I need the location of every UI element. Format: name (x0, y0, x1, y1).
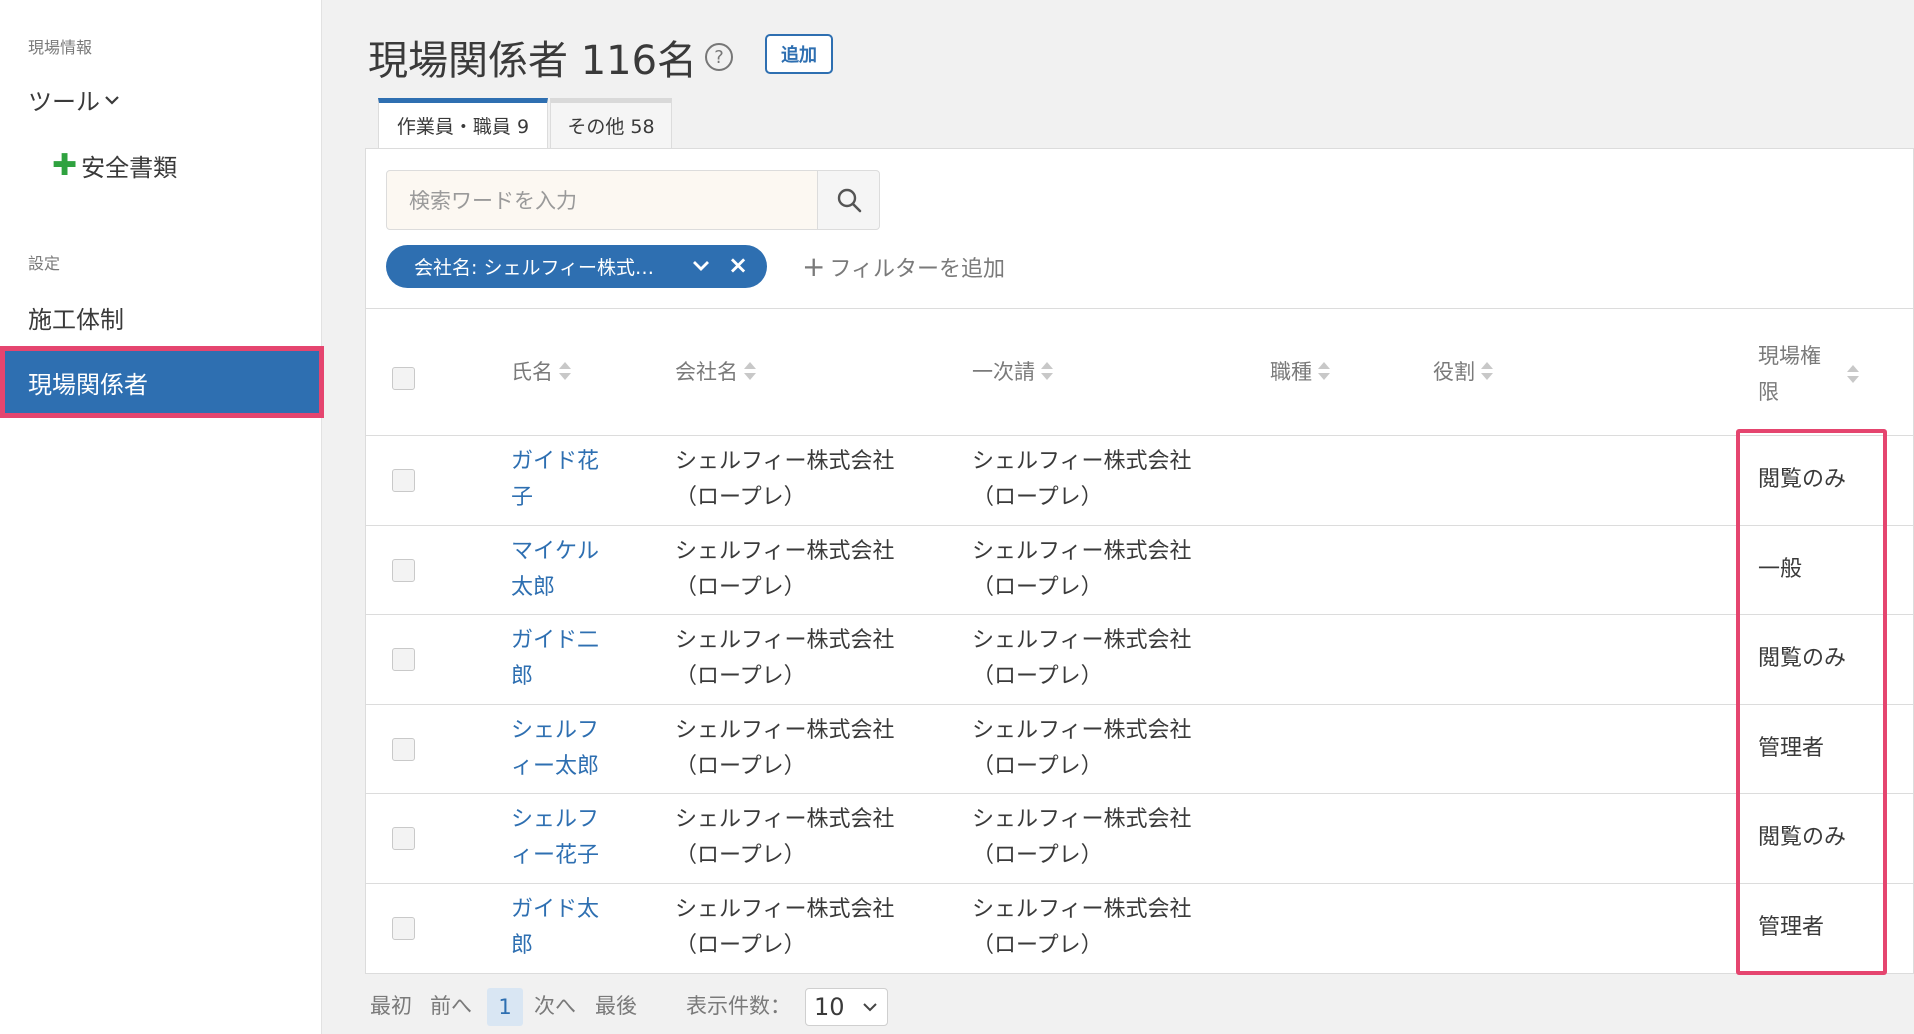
search-input[interactable]: 検索ワードを入力 (386, 170, 818, 230)
page-title-text: 現場関係者 116名 (368, 38, 698, 84)
pagination-first[interactable]: 最初 (370, 990, 412, 1020)
tab-others[interactable]: その他 58 (550, 98, 672, 148)
help-icon[interactable]: ? (705, 43, 734, 71)
company-cell: シェルフィー株式会社 （ロープレ） (675, 449, 895, 510)
company-cell: シェルフィー株式会社 （ロープレ） (675, 807, 895, 869)
site-permission-cell: 管理者 (1758, 915, 1825, 940)
primary-contractor-cell: シェルフィー株式会社 （ロープレ） (972, 628, 1192, 690)
column-header-trade[interactable]: 職種 (1270, 356, 1330, 386)
plus-icon: ✚ (52, 147, 78, 183)
site-permission-cell: 閲覧のみ (1758, 646, 1847, 672)
company-cell: シェルフィー株式会社 （ロープレ） (675, 628, 895, 690)
member-name-link[interactable]: ガイド二 郎 (511, 623, 599, 695)
pagination-prev[interactable]: 前へ (430, 990, 472, 1020)
filter-chip-label: 会社名: シェルフィー株式… (414, 257, 655, 279)
row-checkbox[interactable] (392, 917, 415, 940)
company-cell: シェルフィー株式会社 （ロープレ） (675, 717, 895, 779)
chevron-down-icon (105, 95, 119, 105)
per-page-label: 表示件数： (686, 994, 791, 1018)
section-heading-settings: 設定 (28, 254, 61, 273)
sidebar-item-construction[interactable]: 施工体制 (28, 300, 124, 335)
sort-icon (1041, 360, 1053, 382)
member-name-link[interactable]: シェルフ ィー花子 (511, 802, 599, 874)
pagination-next[interactable]: 次へ (534, 990, 576, 1020)
primary-contractor-cell: シェルフィー株式会社 （ロープレ） (972, 538, 1192, 600)
sidebar-item-safety-docs[interactable]: ✚ 安全書類 (52, 148, 177, 183)
site-permission-cell: 閲覧のみ (1758, 825, 1847, 851)
sidebar: 現場情報 ツール ✚ 安全書類 設定 施工体制 現場関係者 (0, 0, 324, 1034)
chevron-down-icon[interactable] (691, 253, 711, 279)
sidebar-item-tools[interactable]: ツール (28, 82, 120, 117)
row-checkbox[interactable] (392, 469, 415, 492)
member-name-link[interactable]: シェルフ ィー太郎 (511, 713, 599, 785)
sidebar-item-label: ツール (28, 88, 100, 116)
per-page-select[interactable]: 10 (805, 988, 888, 1026)
column-header-primary[interactable]: 一次請 (972, 356, 1053, 386)
per-page-value: 10 (814, 993, 845, 1021)
search-icon (837, 188, 861, 213)
sort-icon (1481, 360, 1493, 382)
column-header-name[interactable]: 氏名 (511, 356, 571, 386)
primary-contractor-cell: シェルフィー株式会社 （ロープレ） (972, 449, 1192, 510)
sort-icon (1847, 363, 1859, 385)
site-permission-cell: 閲覧のみ (1758, 467, 1847, 492)
sort-icon (559, 360, 571, 382)
sidebar-item-label: 安全書類 (81, 154, 178, 182)
primary-contractor-cell: シェルフィー株式会社 （ロープレ） (972, 717, 1192, 779)
section-heading-site-info: 現場情報 (28, 38, 93, 57)
member-name-link[interactable]: ガイド花 子 (511, 444, 599, 516)
add-filter-button[interactable]: + フィルターを追加 (802, 250, 1005, 283)
page-title: 現場関係者 116名 ? (368, 28, 734, 86)
sidebar-item-label: 現場関係者 (5, 351, 319, 413)
column-header-label: 会社名 (675, 360, 738, 384)
row-checkbox[interactable] (392, 737, 415, 761)
select-all-checkbox[interactable] (392, 367, 415, 390)
close-icon[interactable]: × (728, 251, 748, 279)
filter-chip-company[interactable]: 会社名: シェルフィー株式… × (386, 245, 767, 288)
member-name-link[interactable]: マイケル 太郎 (511, 534, 599, 606)
site-permission-cell: 一般 (1758, 556, 1803, 582)
add-filter-label: フィルターを追加 (829, 256, 1006, 282)
company-cell: シェルフィー株式会社 （ロープレ） (675, 897, 895, 958)
column-header-label: 職種 (1270, 360, 1312, 384)
column-header-company[interactable]: 会社名 (675, 356, 756, 386)
search-button[interactable] (817, 170, 880, 230)
divider (366, 308, 1914, 309)
pagination-last[interactable]: 最後 (595, 990, 637, 1020)
column-header-label: 現場権 限 (1758, 344, 1821, 404)
column-header-label: 役割 (1433, 360, 1475, 384)
sort-icon (1318, 360, 1330, 382)
chevron-down-icon (863, 1003, 877, 1012)
member-name-link[interactable]: ガイド太 郎 (511, 892, 599, 964)
pagination-current-page[interactable]: 1 (487, 988, 523, 1026)
column-header-role[interactable]: 役割 (1433, 356, 1493, 386)
sort-icon (744, 360, 756, 382)
row-checkbox[interactable] (392, 558, 415, 582)
primary-contractor-cell: シェルフィー株式会社 （ロープレ） (972, 897, 1192, 958)
column-header-label: 氏名 (511, 360, 553, 384)
add-button[interactable]: 追加 (765, 34, 833, 74)
sidebar-item-members[interactable]: 現場関係者 (0, 346, 324, 418)
company-cell: シェルフィー株式会社 （ロープレ） (675, 538, 895, 600)
row-checkbox[interactable] (392, 827, 415, 851)
row-checkbox[interactable] (392, 648, 415, 672)
column-header-label: 一次請 (972, 360, 1035, 384)
tab-workers-staff[interactable]: 作業員・職員 9 (378, 98, 548, 148)
plus-icon: + (802, 250, 826, 283)
primary-contractor-cell: シェルフィー株式会社 （ロープレ） (972, 807, 1192, 869)
column-header-permission[interactable]: 現場権 限 (1758, 338, 1859, 410)
site-permission-cell: 管理者 (1758, 735, 1825, 761)
